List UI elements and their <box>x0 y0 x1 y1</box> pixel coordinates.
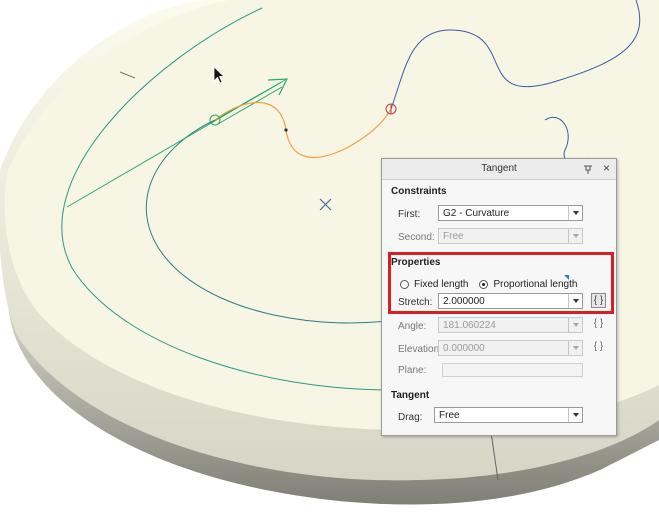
properties-heading: Properties <box>391 257 441 268</box>
first-constraint-dropdown[interactable]: G2 - Curvature <box>438 205 583 221</box>
stretch-value: 2.000000 <box>443 296 485 307</box>
dropdown-arrow-icon[interactable] <box>568 408 582 422</box>
plane-label: Plane: <box>398 365 427 376</box>
close-icon[interactable]: × <box>603 161 610 175</box>
dropdown-arrow-icon[interactable] <box>568 294 582 308</box>
tangent-heading: Tangent <box>391 390 430 401</box>
fixed-length-label[interactable]: Fixed length <box>414 279 468 290</box>
stretch-dropdown[interactable]: 2.000000 <box>438 293 583 309</box>
drag-label: Drag: <box>398 412 423 423</box>
fixed-length-radio[interactable] <box>400 279 409 289</box>
dropdown-arrow-icon[interactable] <box>568 229 582 243</box>
dialog-title: Tangent <box>481 163 517 174</box>
stretch-label: Stretch: <box>398 297 433 308</box>
spline-mid-point[interactable] <box>284 128 288 132</box>
elevation-dropdown[interactable]: 0.000000 <box>438 340 583 356</box>
dropdown-arrow-icon[interactable] <box>568 318 582 332</box>
angle-label: Angle: <box>398 321 427 332</box>
drag-dropdown[interactable]: Free <box>434 407 583 423</box>
elevation-formula-button[interactable]: { } <box>591 340 606 355</box>
tangent-dialog: Tangent × Constraints First: G2 - Curvat… <box>381 158 617 436</box>
proportional-length-label[interactable]: Proportional length <box>493 279 577 290</box>
elevation-value: 0.000000 <box>443 343 485 354</box>
pin-icon[interactable] <box>582 163 594 175</box>
length-mode-options: Fixed length Proportional length <box>400 277 577 291</box>
dialog-titlebar[interactable]: Tangent × <box>382 159 616 180</box>
first-constraint-value: G2 - Curvature <box>443 208 510 219</box>
plane-field[interactable] <box>442 363 583 377</box>
elevation-label: Elevation: <box>398 344 442 355</box>
angle-value: 181.060224 <box>443 320 496 331</box>
second-constraint-dropdown[interactable]: Free <box>438 228 583 244</box>
angle-formula-button[interactable]: { } <box>591 317 606 332</box>
second-label: Second: <box>398 232 435 243</box>
stretch-formula-button[interactable]: { } <box>591 293 606 308</box>
dropdown-arrow-icon[interactable] <box>568 341 582 355</box>
angle-dropdown[interactable]: 181.060224 <box>438 317 583 333</box>
cursor-arrow-icon <box>213 66 226 84</box>
constraints-heading: Constraints <box>391 186 447 197</box>
drag-value: Free <box>439 410 460 421</box>
dropdown-arrow-icon[interactable] <box>568 206 582 220</box>
second-constraint-value: Free <box>443 231 464 242</box>
dialog-corner-marker <box>564 275 569 280</box>
first-label: First: <box>398 209 421 220</box>
proportional-length-radio[interactable] <box>479 279 489 289</box>
